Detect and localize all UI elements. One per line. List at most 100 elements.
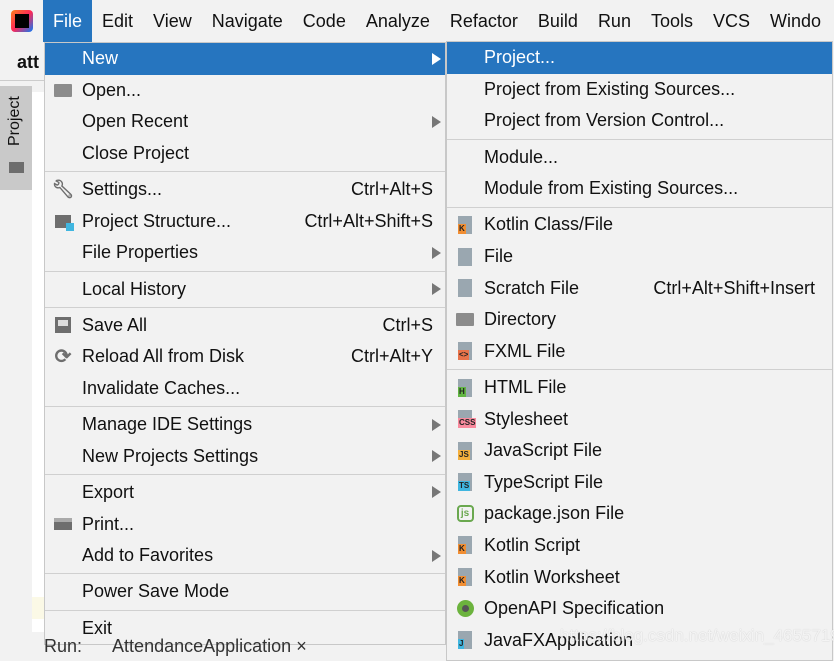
menu-item-package-json-file[interactable]: js package.json File [447, 498, 832, 530]
folder-icon [9, 162, 24, 173]
menu-item-kotlin-class-file[interactable]: K Kotlin Class/File [447, 209, 832, 241]
intellij-logo-icon [11, 10, 33, 32]
menu-item-add-to-favorites[interactable]: Add to Favorites [45, 540, 445, 572]
menu-item-file[interactable]: File [447, 241, 832, 273]
menu-item-label: New [82, 48, 119, 69]
menu-item-directory[interactable]: Directory [447, 304, 832, 336]
project-structure-icon [53, 211, 74, 231]
menu-item-fxml-file[interactable]: <> FXML File [447, 336, 832, 368]
submenu-arrow-icon [432, 246, 441, 259]
menu-item-invalidate-caches[interactable]: Invalidate Caches... [45, 373, 445, 405]
javascript-file-icon: JS [455, 441, 475, 461]
menu-item-save-all[interactable]: Save All Ctrl+S [45, 310, 445, 342]
menu-windo[interactable]: Windo [760, 0, 831, 42]
menu-item-settings[interactable]: 🔧︎ Settings... Ctrl+Alt+S [45, 174, 445, 206]
project-tab-label: Project [6, 96, 23, 146]
menu-item-label: Module... [484, 146, 559, 167]
menu-item-file-properties[interactable]: File Properties [45, 237, 445, 269]
menu-vcs[interactable]: VCS [703, 0, 760, 42]
menu-item-label: Module from Existing Sources... [484, 178, 739, 199]
menu-item-label: OpenAPI Specification [484, 598, 665, 619]
scratch-file-icon [455, 278, 475, 298]
menu-item-label: Add to Favorites [82, 545, 214, 566]
menu-edit[interactable]: Edit [92, 0, 143, 42]
menu-item-openapi-specification[interactable]: OpenAPI Specification [447, 593, 832, 625]
menu-item-open[interactable]: Open... [45, 75, 445, 107]
menu-item-close-project[interactable]: Close Project [45, 138, 445, 170]
openapi-icon [455, 599, 475, 619]
menu-item-label: Print... [82, 513, 135, 534]
menu-code[interactable]: Code [293, 0, 356, 42]
menu-item-export[interactable]: Export [45, 477, 445, 509]
menu-item-kotlin-worksheet[interactable]: K Kotlin Worksheet [447, 561, 832, 593]
menu-run[interactable]: Run [588, 0, 641, 42]
shortcut-label: Ctrl+Alt+Shift+S [304, 210, 433, 231]
menu-item-manage-ide-settings[interactable]: Manage IDE Settings [45, 409, 445, 441]
menu-item-print[interactable]: Print... [45, 508, 445, 540]
menu-item-label: Kotlin Class/File [484, 214, 614, 235]
menu-item-label: TypeScript File [484, 471, 604, 492]
menu-item-label: File [484, 246, 514, 267]
file-menu: New Open... Open Recent Close Project 🔧︎ Sett… [44, 42, 446, 645]
menu-item-javascript-file[interactable]: JS JavaScript File [447, 435, 832, 467]
printer-icon [53, 514, 73, 534]
menu-item-label: Project... [484, 47, 556, 68]
menu-item-open-recent[interactable]: Open Recent [45, 106, 445, 138]
run-bar: Run: AttendanceApplication × [44, 636, 307, 656]
menu-navigate[interactable]: Navigate [202, 0, 293, 42]
menu-analyze[interactable]: Analyze [356, 0, 440, 42]
menu-item-project-from-version-control[interactable]: Project from Version Control... [447, 105, 832, 137]
menu-item-label: JavaScript File [484, 440, 603, 461]
run-config-tab[interactable]: AttendanceApplication [112, 636, 291, 656]
menu-item-new-projects-settings[interactable]: New Projects Settings [45, 441, 445, 473]
menu-item-label: Open... [82, 79, 142, 100]
menu-item-label: FXML File [484, 340, 566, 361]
kotlin-file-icon: K [455, 215, 475, 235]
menu-item-label: Local History [82, 278, 187, 299]
menu-refactor[interactable]: Refactor [440, 0, 528, 42]
menu-item-reload-all-from-disk[interactable]: ⟳ Reload All from Disk Ctrl+Alt+Y [45, 341, 445, 373]
file-icon [455, 247, 475, 267]
menu-item-project[interactable]: Project... [447, 42, 832, 74]
menu-item-new[interactable]: New [45, 43, 445, 75]
javafx-file-icon: J [455, 630, 475, 650]
shortcut-label: Ctrl+Alt+S [350, 179, 433, 200]
menu-item-label: Kotlin Worksheet [484, 566, 620, 587]
menu-item-kotlin-script[interactable]: K Kotlin Script [447, 530, 832, 562]
menu-item-label: Project from Existing Sources... [484, 78, 736, 99]
project-tool-tab[interactable]: Project [0, 86, 32, 190]
menu-item-stylesheet[interactable]: CSS Stylesheet [447, 403, 832, 435]
shortcut-label: Ctrl+Alt+Y [350, 346, 433, 367]
kotlin-worksheet-icon: K [455, 567, 475, 587]
menu-item-project-structure[interactable]: Project Structure... Ctrl+Alt+Shift+S [45, 206, 445, 238]
menu-item-label: Export [82, 481, 135, 502]
menu-item-label: New Projects Settings [82, 445, 259, 466]
fxml-file-icon: <> [455, 341, 475, 361]
menu-file[interactable]: File [43, 0, 93, 42]
menu-item-module[interactable]: Module... [447, 141, 832, 173]
menu-item-module-from-existing-sources[interactable]: Module from Existing Sources... [447, 173, 832, 205]
menu-item-label: Scratch File [484, 277, 580, 298]
editor-tab[interactable]: att [17, 52, 39, 73]
menu-item-label: HTML File [484, 377, 567, 398]
menu-item-label: Power Save Mode [82, 581, 230, 602]
menu-item-label: Directory [484, 309, 557, 330]
new-submenu: Project... Project from Existing Sources.… [446, 41, 833, 661]
menu-view[interactable]: View [143, 0, 202, 42]
save-icon [53, 315, 73, 335]
menu-item-html-file[interactable]: H HTML File [447, 372, 832, 404]
menu-item-label: Manage IDE Settings [82, 414, 253, 435]
menu-item-label: Settings... [82, 179, 163, 200]
menu-item-label: Project Structure... [82, 210, 232, 231]
menu-item-local-history[interactable]: Local History [45, 273, 445, 305]
menu-item-project-from-existing-sources[interactable]: Project from Existing Sources... [447, 74, 832, 106]
menu-item-typescript-file[interactable]: TS TypeScript File [447, 467, 832, 499]
folder-icon [455, 310, 475, 330]
menu-item-power-save-mode[interactable]: Power Save Mode [45, 576, 445, 608]
submenu-arrow-icon [432, 283, 441, 296]
menu-item-scratch-file[interactable]: Scratch File Ctrl+Alt+Shift+Insert [447, 272, 832, 304]
folder-open-icon [53, 80, 73, 100]
submenu-arrow-icon [432, 486, 441, 499]
menu-build[interactable]: Build [528, 0, 588, 42]
menu-tools[interactable]: Tools [641, 0, 703, 42]
